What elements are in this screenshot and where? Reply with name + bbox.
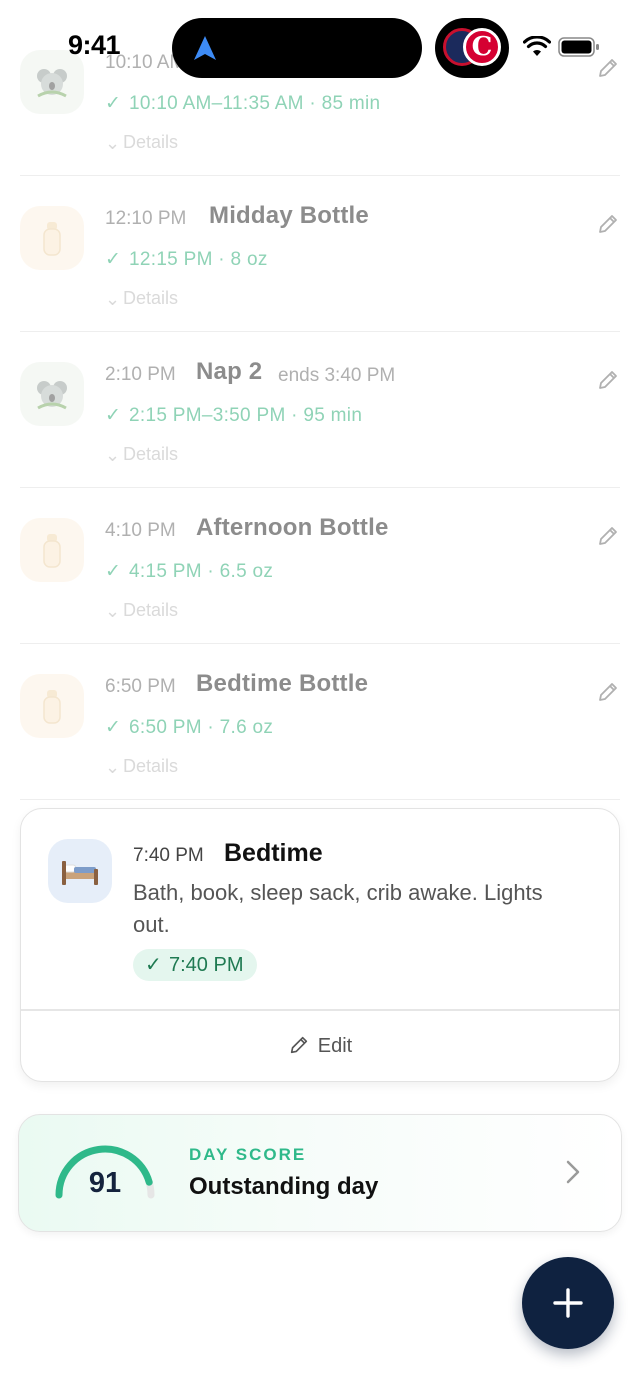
details-toggle[interactable]: ⌄ Details xyxy=(105,444,178,466)
details-label: Details xyxy=(123,288,179,308)
chevron-down-icon: ⌄ xyxy=(105,288,121,309)
event-title: Afternoon Bottle xyxy=(196,514,389,541)
app-screen: 10:10 AM ✓ 10:10 AM–11:35 AM · 85 min ⌄ De… xyxy=(0,0,640,1387)
details-toggle[interactable]: ⌄ Details xyxy=(105,600,178,622)
completed-time: 7:40 PM xyxy=(169,954,244,976)
plus-icon xyxy=(553,1288,583,1318)
scheduled-time: 4:10 PM xyxy=(105,520,176,541)
actual-log-text: 2:15 PM–3:50 PM · 95 min xyxy=(129,405,363,426)
timeline-row-midday-bottle[interactable]: 12:10 PM Midday Bottle ✓ 12:15 PM · 8 oz … xyxy=(20,176,620,332)
actual-log-text: 10:10 AM–11:35 AM · 85 min xyxy=(129,93,381,114)
bedtime-title: Bedtime xyxy=(224,839,323,867)
koala-icon xyxy=(20,362,84,426)
end-time: ends 3:40 PM xyxy=(278,365,396,386)
score-rating: Outstanding day xyxy=(189,1173,379,1200)
chevron-down-icon: ⌄ xyxy=(105,444,121,465)
pencil-icon[interactable] xyxy=(596,368,620,392)
scheduled-time: 6:50 PM xyxy=(105,676,176,697)
bedtime-card[interactable]: 7:40 PM Bedtime Bath, book, sleep sack, … xyxy=(20,808,620,1082)
check-icon: ✓ xyxy=(145,954,162,976)
actual-log: ✓ 12:15 PM · 8 oz xyxy=(105,248,268,271)
check-icon: ✓ xyxy=(105,405,122,426)
chevron-right-icon xyxy=(566,1160,580,1184)
pencil-icon[interactable] xyxy=(596,680,620,704)
battery-icon xyxy=(558,37,599,57)
actual-log-text: 12:15 PM · 8 oz xyxy=(129,249,268,270)
check-icon: ✓ xyxy=(105,561,122,582)
navigation-arrow-icon xyxy=(194,36,216,60)
actual-log-text: 4:15 PM · 6.5 oz xyxy=(129,561,274,582)
actual-log: ✓ 4:15 PM · 6.5 oz xyxy=(105,560,273,583)
scheduled-time: 2:10 PM xyxy=(105,364,176,385)
add-entry-button[interactable] xyxy=(522,1257,614,1349)
pencil-icon[interactable] xyxy=(596,524,620,548)
bed-icon xyxy=(48,839,112,903)
details-toggle[interactable]: ⌄ Details xyxy=(105,288,178,310)
details-label: Details xyxy=(123,444,179,464)
scheduled-time: 12:10 PM xyxy=(105,208,187,229)
actual-log: ✓ 2:15 PM–3:50 PM · 95 min xyxy=(105,404,362,427)
details-toggle[interactable]: ⌄ Details xyxy=(105,756,178,778)
bedtime-description: Bath, book, sleep sack, crib awake. Ligh… xyxy=(133,880,543,937)
score-label: DAY SCORE xyxy=(189,1145,307,1164)
event-title: Midday Bottle xyxy=(209,202,369,229)
details-label: Details xyxy=(123,600,179,620)
timeline-row-afternoon-bottle[interactable]: 4:10 PM Afternoon Bottle ✓ 4:15 PM · 6.5 … xyxy=(20,488,620,644)
bottle-icon xyxy=(20,518,84,582)
bedtime-scheduled-time: 7:40 PM xyxy=(133,845,204,866)
pencil-icon[interactable] xyxy=(596,212,620,236)
bottle-icon xyxy=(20,206,84,270)
status-time: 9:41 xyxy=(68,30,121,60)
day-score-card[interactable]: 91 DAY SCORE Outstanding day xyxy=(18,1114,622,1232)
check-icon: ✓ xyxy=(105,249,122,270)
timeline-row-bedtime-bottle[interactable]: 6:50 PM Bedtime Bottle ✓ 6:50 PM · 7.6 oz… xyxy=(20,644,620,800)
edit-label: Edit xyxy=(317,1035,353,1057)
actual-log-text: 6:50 PM · 7.6 oz xyxy=(129,717,274,738)
timeline-row-nap-2[interactable]: 2:10 PM Nap 2 ends 3:40 PM ✓ 2:15 PM–3:50… xyxy=(20,332,620,488)
event-title: Bedtime Bottle xyxy=(196,670,369,697)
live-activity[interactable]: C xyxy=(435,18,509,78)
details-label: Details xyxy=(123,132,179,152)
bottle-icon xyxy=(20,674,84,738)
chevron-down-icon: ⌄ xyxy=(105,756,121,777)
completed-badge: ✓ 7:40 PM xyxy=(133,949,258,981)
status-bar: 9:41 C xyxy=(0,0,640,96)
score-number: 91 xyxy=(88,1167,122,1199)
team-logo-icon: C xyxy=(463,28,501,66)
event-title: Nap 2 xyxy=(196,358,263,385)
details-toggle[interactable]: ⌄ Details xyxy=(105,132,178,154)
edit-button[interactable]: Edit xyxy=(21,1011,619,1081)
pencil-icon xyxy=(290,1036,307,1054)
dynamic-island[interactable] xyxy=(172,18,422,78)
actual-log: ✓ 6:50 PM · 7.6 oz xyxy=(105,716,273,739)
wifi-icon xyxy=(523,36,551,56)
check-icon: ✓ xyxy=(105,717,122,738)
chevron-down-icon: ⌄ xyxy=(105,600,121,621)
details-label: Details xyxy=(123,756,179,776)
chevron-down-icon: ⌄ xyxy=(105,132,121,153)
